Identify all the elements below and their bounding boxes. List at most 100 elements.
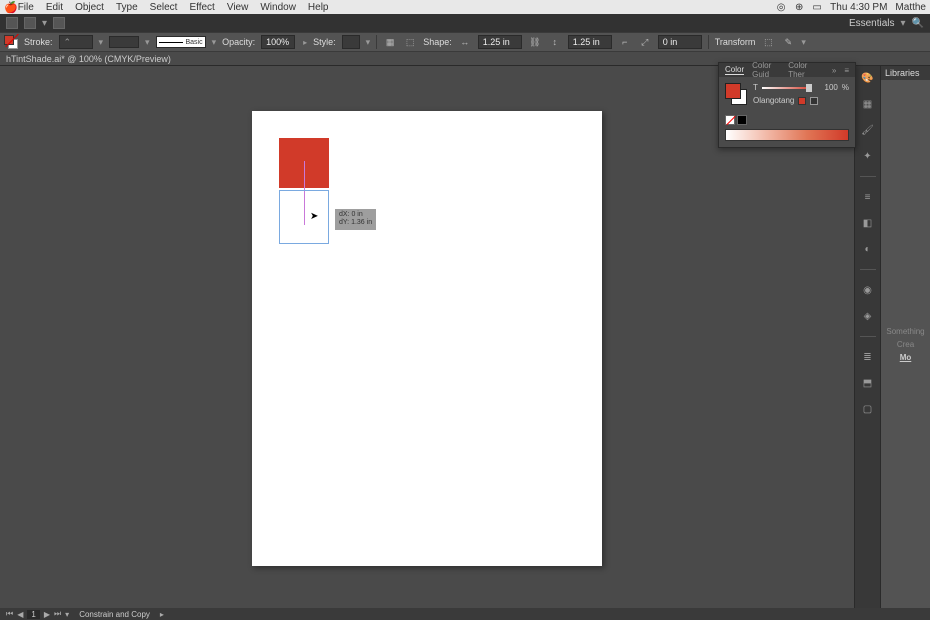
brush-definition[interactable]: Basic: [156, 36, 206, 48]
tint-percent-label: %: [842, 83, 849, 92]
app-home-icon[interactable]: [6, 17, 18, 29]
search-icon[interactable]: 🔍: [912, 18, 924, 29]
menu-file[interactable]: File: [18, 2, 34, 13]
menu-help[interactable]: Help: [308, 2, 329, 13]
variable-width-profile[interactable]: [109, 36, 139, 48]
libraries-panel: Libraries Something Crea Mo: [880, 66, 930, 608]
app-toolbar: ▾ Essentials ▾ 🔍: [0, 14, 930, 32]
symbols-panel-icon[interactable]: ✦: [860, 148, 876, 164]
appearance-panel-icon[interactable]: ◉: [860, 282, 876, 298]
vw-dropdown[interactable]: ▾: [145, 37, 150, 48]
spot-color-icon: [810, 97, 818, 105]
battery-icon[interactable]: ▭: [812, 2, 822, 12]
panel-menu-icon[interactable]: ≡: [844, 66, 849, 75]
sync-icon[interactable]: ◎: [776, 2, 786, 12]
style-field[interactable]: [342, 35, 360, 49]
panel-dock: 🎨 ▦ 🖌 ✦ ≡ ◧ ◐ ◉ ◈ ≣ ⬒ ▢: [854, 66, 880, 608]
bridge-icon[interactable]: [53, 17, 65, 29]
artboard-nav-dropdown[interactable]: ▾: [65, 610, 69, 619]
libraries-msg-1: Something: [886, 327, 924, 336]
first-artboard-button[interactable]: ⏮: [6, 609, 13, 619]
transform-label[interactable]: Transform: [715, 37, 756, 47]
apple-logo-icon[interactable]: 🍎: [4, 1, 18, 14]
width-icon: ↔: [458, 35, 472, 49]
corner-type-icon[interactable]: ⌐: [618, 35, 632, 49]
artboards-panel-icon[interactable]: ▢: [860, 401, 876, 417]
next-artboard-button[interactable]: ▶: [44, 610, 50, 619]
tint-label: T: [753, 83, 758, 92]
mac-menubar: 🍎 File Edit Object Type Select Effect Vi…: [0, 0, 930, 14]
transparency-panel-icon[interactable]: ◐: [860, 241, 876, 257]
color-panel-icon[interactable]: 🎨: [860, 70, 876, 86]
menu-window[interactable]: Window: [260, 2, 296, 13]
edit-similar-icon[interactable]: ✎: [781, 35, 795, 49]
global-swatch-icon: [798, 97, 806, 105]
libraries-more-link[interactable]: Mo: [900, 353, 912, 362]
recolor-icon[interactable]: ⬚: [403, 35, 417, 49]
wifi-icon[interactable]: ⊕: [794, 2, 804, 12]
asset-export-panel-icon[interactable]: ⬒: [860, 375, 876, 391]
menu-effect[interactable]: Effect: [189, 2, 214, 13]
user-name[interactable]: Matthe: [895, 2, 926, 13]
drag-preview-rectangle: [279, 190, 329, 244]
workspace-label[interactable]: Essentials: [849, 18, 895, 29]
isolate-icon[interactable]: ⬚: [761, 35, 775, 49]
brushes-panel-icon[interactable]: 🖌: [860, 122, 876, 138]
color-guide-tab[interactable]: Color Guid: [752, 61, 780, 79]
menu-select[interactable]: Select: [150, 2, 178, 13]
libraries-tab[interactable]: Libraries: [881, 66, 930, 80]
arrange-dropdown[interactable]: ▾: [42, 18, 47, 29]
brush-dropdown[interactable]: ▾: [212, 37, 217, 48]
smart-guide-dy: dY: 1.36 in: [339, 219, 372, 227]
swatches-panel-icon[interactable]: ▦: [860, 96, 876, 112]
menu-object[interactable]: Object: [75, 2, 104, 13]
menu-type[interactable]: Type: [116, 2, 138, 13]
shape-width-field[interactable]: 1.25 in: [478, 35, 522, 49]
none-swatch[interactable]: [725, 115, 735, 125]
black-swatch[interactable]: [737, 115, 747, 125]
smart-guide-tooltip: dX: 0 in dY: 1.36 in: [335, 209, 376, 230]
opacity-more[interactable]: [301, 37, 307, 47]
style-label: Style:: [313, 37, 336, 47]
menu-view[interactable]: View: [227, 2, 249, 13]
tint-slider[interactable]: [762, 87, 812, 89]
fill-stroke-swatch[interactable]: [4, 35, 18, 49]
layers-panel-icon[interactable]: ≣: [860, 349, 876, 365]
status-more[interactable]: ▸: [160, 610, 164, 619]
control-bar: Stroke: ⌃ ▾ ▾ Basic ▾ Opacity: 100% Styl…: [0, 32, 930, 52]
shape-height-field[interactable]: 1.25 in: [568, 35, 612, 49]
panel-collapse-icon[interactable]: »: [832, 66, 836, 75]
status-hint: Constrain and Copy: [79, 610, 150, 619]
artboard[interactable]: ➤ dX: 0 in dY: 1.36 in: [252, 111, 602, 566]
color-fill-stroke-proxy[interactable]: [725, 83, 747, 105]
clock[interactable]: Thu 4:30 PM: [830, 2, 887, 13]
shape-label: Shape:: [423, 37, 452, 47]
graphic-styles-panel-icon[interactable]: ◈: [860, 308, 876, 324]
last-artboard-button[interactable]: ⏭: [54, 609, 61, 619]
stroke-weight-field[interactable]: ⌃: [59, 35, 93, 49]
gradient-panel-icon[interactable]: ◧: [860, 215, 876, 231]
color-themes-tab[interactable]: Color Ther: [788, 61, 816, 79]
arrange-docs-icon[interactable]: [24, 17, 36, 29]
tint-ramp[interactable]: [725, 129, 849, 141]
corner-radius-field[interactable]: 0 in: [658, 35, 702, 49]
transform-dropdown[interactable]: ▾: [801, 37, 806, 48]
workspace-dropdown-icon[interactable]: ▾: [901, 18, 906, 29]
smart-guide-dx: dX: 0 in: [339, 211, 372, 219]
stroke-panel-icon[interactable]: ≡: [860, 189, 876, 205]
opacity-label: Opacity:: [222, 37, 255, 47]
artboard-number-field[interactable]: 1: [27, 610, 39, 619]
color-swatch-name: Olangotang: [753, 96, 794, 105]
menu-edit[interactable]: Edit: [46, 2, 63, 13]
document-tab[interactable]: hTintShade.ai* @ 100% (CMYK/Preview): [6, 54, 171, 64]
corner-link-icon[interactable]: ⤢: [638, 35, 652, 49]
style-dropdown[interactable]: ▾: [366, 37, 371, 48]
cursor-icon: ➤: [310, 211, 318, 222]
stroke-dropdown[interactable]: ▾: [99, 37, 104, 48]
prev-artboard-button[interactable]: ◀: [17, 610, 23, 619]
opacity-field[interactable]: 100%: [261, 35, 295, 49]
color-tab[interactable]: Color: [725, 65, 744, 75]
align-icon[interactable]: ▦: [383, 35, 397, 49]
link-wh-icon[interactable]: ⛓: [528, 35, 542, 49]
tint-value-field[interactable]: 100: [816, 83, 838, 92]
